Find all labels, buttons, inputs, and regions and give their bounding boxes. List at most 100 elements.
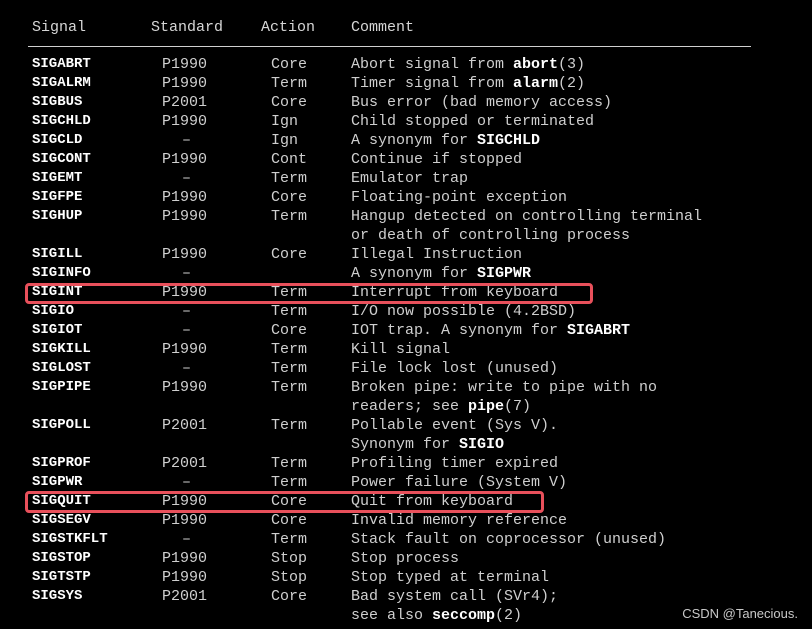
- signal-comment: Bus error (bad memory access): [351, 93, 612, 112]
- signal-comment: Stop typed at terminal: [351, 568, 549, 587]
- signal-action: Term: [271, 455, 308, 472]
- signal-comment: A synonym for SIGCHLD: [351, 131, 540, 150]
- signal-standard: –: [182, 170, 192, 187]
- signal-name: SIGPOLL: [32, 417, 91, 433]
- signal-standard: –: [182, 303, 192, 320]
- comment-text: Kill signal: [351, 341, 451, 358]
- signal-comment: Stack fault on coprocessor (unused): [351, 530, 666, 549]
- signal-name: SIGPROF: [32, 455, 91, 471]
- comment-text: see also: [351, 607, 433, 624]
- signal-comment: Stop process: [351, 549, 459, 568]
- signal-comment: Child stopped or terminated: [351, 112, 594, 131]
- comment-bold-text: SIGABRT: [567, 322, 631, 339]
- comment-text: Floating-point exception: [351, 189, 568, 206]
- signal-standard: P1990: [162, 569, 208, 586]
- signal-name: SIGPWR: [32, 474, 83, 490]
- signal-standard: P1990: [162, 246, 208, 263]
- signal-comment: Invalid memory reference: [351, 511, 567, 530]
- signal-comment: Bad system call (SVr4);: [351, 587, 558, 606]
- signal-action: Term: [271, 170, 308, 187]
- signal-name: SIGSEGV: [32, 512, 91, 528]
- signal-comment: readers; see pipe(7): [351, 397, 531, 416]
- signal-comment: IOT trap. A synonym for SIGABRT: [351, 321, 630, 340]
- signal-action: Term: [271, 531, 308, 548]
- signal-comment: or death of controlling process: [351, 226, 630, 245]
- signal-action: Core: [271, 56, 308, 73]
- signal-name: SIGILL: [32, 246, 83, 262]
- comment-text: (2): [495, 607, 523, 624]
- comment-text: A synonym for: [351, 265, 478, 282]
- comment-text: Illegal Instruction: [351, 246, 523, 263]
- comment-text: Stop typed at terminal: [351, 569, 550, 586]
- comment-text: Stack fault on coprocessor (unused): [351, 531, 667, 548]
- signal-standard: P2001: [162, 455, 208, 472]
- comment-text: readers; see: [351, 398, 469, 415]
- signal-action: Term: [271, 474, 308, 491]
- signal-comment: Broken pipe: write to pipe with no: [351, 378, 657, 397]
- terminal-window: Signal Standard Action Comment SIGABRT P1…: [0, 0, 812, 629]
- signal-standard: –: [182, 531, 192, 548]
- signal-name: SIGCHLD: [32, 113, 91, 129]
- signal-standard: P2001: [162, 417, 208, 434]
- signal-name: SIGTSTP: [32, 569, 91, 585]
- comment-text: Timer signal from: [351, 75, 514, 92]
- signal-standard: –: [182, 265, 192, 282]
- signal-name: SIGBUS: [32, 94, 83, 110]
- signal-name: SIGSTOP: [32, 550, 91, 566]
- signal-action: Term: [271, 341, 308, 358]
- signal-name: SIGHUP: [32, 208, 83, 224]
- signal-comment: Power failure (System V): [351, 473, 567, 492]
- comment-bold-text: SIGIO: [459, 436, 505, 453]
- signal-action: Ign: [271, 113, 299, 130]
- signal-action: Stop: [271, 569, 308, 586]
- header-signal: Signal: [32, 19, 87, 36]
- signal-standard: P1990: [162, 341, 208, 358]
- signal-name: SIGSTKFLT: [32, 531, 108, 547]
- signal-action: Stop: [271, 550, 308, 567]
- signal-comment: Abort signal from abort(3): [351, 55, 585, 74]
- signal-standard: P1990: [162, 379, 208, 396]
- header-divider: [28, 46, 751, 47]
- comment-text: Power failure (System V): [351, 474, 568, 491]
- signal-action: Core: [271, 94, 308, 111]
- signal-comment: Pollable event (Sys V).: [351, 416, 558, 435]
- signal-comment: Emulator trap: [351, 169, 468, 188]
- comment-text: Bus error (bad memory access): [351, 94, 613, 111]
- signal-action: Core: [271, 512, 308, 529]
- signal-name: SIGIOT: [32, 322, 83, 338]
- signal-standard: P1990: [162, 512, 208, 529]
- signal-standard: P2001: [162, 588, 208, 605]
- highlight-box-sigint: [25, 283, 593, 304]
- signal-action: Term: [271, 75, 308, 92]
- signal-standard: –: [182, 360, 192, 377]
- signal-standard: P1990: [162, 56, 208, 73]
- signal-name: SIGSYS: [32, 588, 83, 604]
- highlight-box-sigquit: [25, 491, 544, 513]
- signal-action: Term: [271, 303, 308, 320]
- comment-text: Child stopped or terminated: [351, 113, 595, 130]
- comment-text: Emulator trap: [351, 170, 469, 187]
- signal-action: Term: [271, 208, 308, 225]
- signal-comment: I/O now possible (4.2BSD): [351, 302, 576, 321]
- signal-comment: Timer signal from alarm(2): [351, 74, 585, 93]
- signal-comment: A synonym for SIGPWR: [351, 264, 531, 283]
- signal-action: Core: [271, 189, 308, 206]
- signal-standard: P2001: [162, 94, 208, 111]
- signal-comment: Synonym for SIGIO: [351, 435, 504, 454]
- signal-action: Core: [271, 322, 308, 339]
- signal-comment: Kill signal: [351, 340, 450, 359]
- signal-comment: Profiling timer expired: [351, 454, 558, 473]
- signal-action: Core: [271, 588, 308, 605]
- header-comment: Comment: [351, 19, 415, 36]
- comment-text: (2): [558, 75, 586, 92]
- comment-text: Hangup detected on controlling terminal: [351, 208, 703, 225]
- watermark: CSDN @Tanecious.: [682, 606, 798, 621]
- signal-comment: Hangup detected on controlling terminal: [351, 207, 702, 226]
- table-header: Signal Standard Action Comment: [0, 18, 414, 37]
- signal-standard: –: [182, 474, 192, 491]
- signal-action: Term: [271, 360, 308, 377]
- signal-name: SIGFPE: [32, 189, 83, 205]
- comment-text: A synonym for: [351, 132, 478, 149]
- signal-action: Core: [271, 246, 308, 263]
- comment-bold-text: SIGCHLD: [477, 132, 541, 149]
